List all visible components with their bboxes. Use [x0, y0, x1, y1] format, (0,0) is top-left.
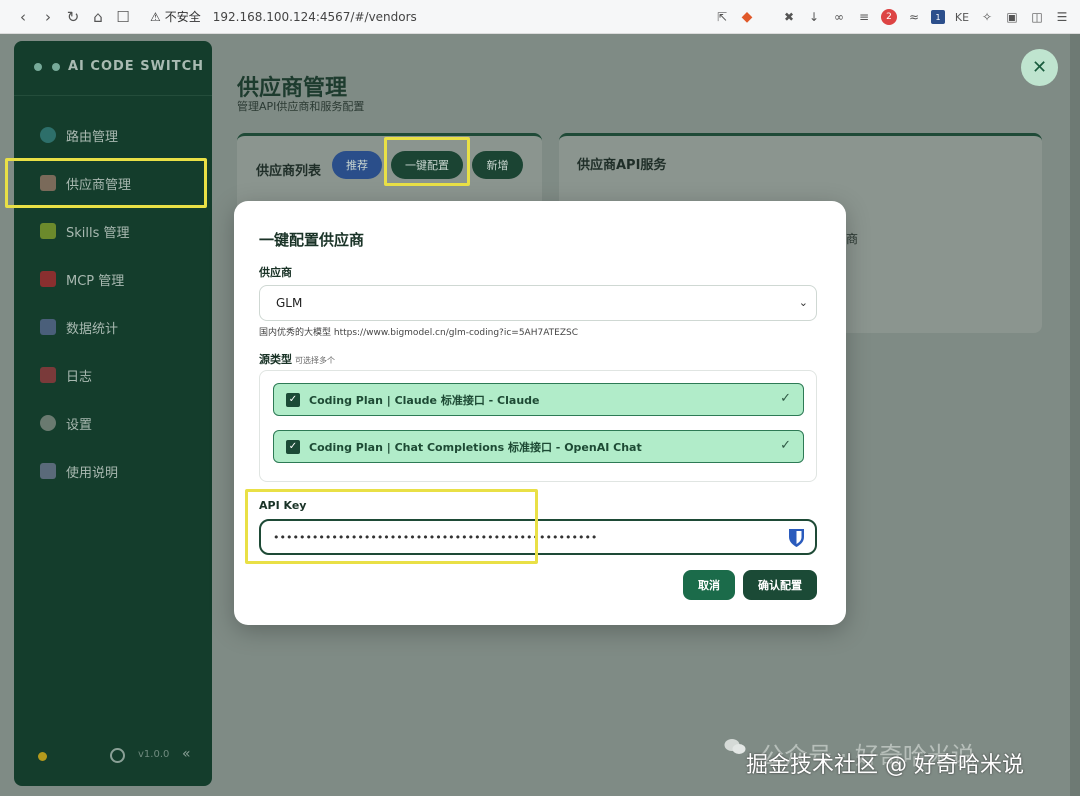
close-button[interactable]: ✕: [1021, 49, 1058, 86]
brand-name: AI CODE SWITCH: [68, 59, 205, 74]
puzzle-icon[interactable]: ✧: [979, 9, 995, 25]
extension-ke[interactable]: KE: [954, 9, 970, 25]
cancel-button[interactable]: 取消: [683, 570, 735, 600]
vendor-field-label: 供应商: [259, 266, 292, 279]
wechat-icon: [724, 739, 746, 754]
annotation-highlight: [5, 158, 207, 208]
sidebar-item-label: 使用说明: [66, 465, 119, 481]
warning-icon: ⚠: [150, 9, 161, 24]
gear-icon: [40, 415, 56, 431]
sidebar-item-routing[interactable]: 路由管理: [40, 123, 118, 147]
partial-text: 商: [846, 232, 859, 246]
reload-icon[interactable]: ↻: [62, 6, 84, 28]
sidebar-item-logs[interactable]: 日志: [40, 363, 92, 387]
add-vendor-button[interactable]: 新增: [472, 151, 523, 179]
extension-icon[interactable]: 2: [881, 9, 897, 25]
forward-icon[interactable]: ›: [37, 6, 59, 28]
sidebar: AI CODE SWITCH 路由管理 供应商管理 Skills 管理 MCP …: [14, 41, 212, 786]
annotation-highlight: [245, 489, 538, 564]
sidebar-item-help[interactable]: 使用说明: [40, 459, 118, 483]
modal-title: 一键配置供应商: [259, 231, 365, 249]
url-text[interactable]: 192.168.100.124:4567/#/vendors: [213, 10, 417, 24]
vendor-list-title: 供应商列表: [256, 164, 322, 179]
sidebar-item-settings[interactable]: 设置: [40, 411, 92, 435]
security-indicator[interactable]: ⚠ 不安全: [150, 8, 201, 25]
collapse-sidebar-button[interactable]: «: [182, 746, 191, 762]
one-click-config-modal: 一键配置供应商 供应商 GLM ⌄ 国内优秀的大模型 https://www.b…: [234, 201, 846, 625]
sidebar-item-skills[interactable]: Skills 管理: [40, 219, 130, 243]
back-icon[interactable]: ‹: [12, 6, 34, 28]
divider: [14, 95, 212, 96]
share-icon[interactable]: ⇱: [714, 9, 730, 25]
version-label: v1.0.0: [138, 749, 170, 760]
extension-icon[interactable]: ≈: [906, 9, 922, 25]
sidebar-item-mcp[interactable]: MCP 管理: [40, 267, 124, 291]
window-edge: [1070, 34, 1080, 796]
source-type-list: ✓ Coding Plan | Claude 标准接口 - Claude ✓ ✓…: [259, 370, 817, 482]
divider: [764, 9, 772, 25]
download-icon[interactable]: ↓: [806, 9, 822, 25]
chevron-down-icon: ⌄: [798, 296, 808, 309]
logo-icon: [34, 61, 60, 73]
source-type-label: 源类型 可选择多个: [259, 351, 335, 367]
home-icon[interactable]: ⌂: [87, 6, 109, 28]
sidebar-footer: v1.0.0 «: [14, 744, 212, 768]
status-dot: [38, 752, 47, 761]
log-icon: [40, 367, 56, 383]
check-icon: ✓: [780, 438, 791, 453]
vendor-hint: 国内优秀的大模型 https://www.bigmodel.cn/glm-cod…: [259, 328, 578, 338]
bookmark-icon[interactable]: ☐: [112, 6, 134, 28]
address-bar[interactable]: ⚠ 不安全 192.168.100.124:4567/#/vendors: [150, 5, 417, 29]
brave-shield-icon[interactable]: ◆: [739, 9, 755, 25]
vendor-select[interactable]: GLM ⌄: [259, 285, 817, 321]
github-icon[interactable]: [110, 748, 125, 763]
brand: AI CODE SWITCH: [34, 59, 204, 74]
browser-toolbar: ‹ › ↻ ⌂ ☐ ⚠ 不安全 192.168.100.124:4567/#/v…: [0, 0, 1080, 34]
confirm-config-button[interactable]: 确认配置: [743, 570, 817, 600]
checkbox-checked[interactable]: ✓: [286, 439, 300, 454]
page-subtitle: 管理API供应商和服务配置: [237, 100, 365, 113]
globe-icon: [40, 127, 56, 143]
sidebar-item-label: 数据统计: [66, 321, 119, 337]
password-manager-icon[interactable]: [788, 528, 805, 548]
puzzle-icon: [40, 223, 56, 239]
sidebar-item-stats[interactable]: 数据统计: [40, 315, 118, 339]
source-option-label: Coding Plan | Chat Completions 标准接口 - Op…: [309, 440, 642, 454]
insecure-label: 不安全: [164, 10, 201, 24]
check-icon: ✓: [780, 391, 791, 406]
source-type-label-text: 源类型: [259, 353, 292, 366]
menu-icon[interactable]: ☰: [1054, 9, 1070, 25]
annotation-highlight: [384, 137, 470, 186]
watermark-text: 掘金技术社区 @ 好奇哈米说: [746, 753, 1024, 778]
source-option-openai-chat[interactable]: ✓ Coding Plan | Chat Completions 标准接口 - …: [273, 430, 804, 463]
sidebar-item-label: 日志: [66, 369, 93, 385]
source-option-label: Coding Plan | Claude 标准接口 - Claude: [309, 393, 540, 407]
sidebar-item-label: 设置: [66, 417, 93, 433]
book-icon: [40, 463, 56, 479]
link-icon[interactable]: ∞: [831, 9, 847, 25]
recommend-button[interactable]: 推荐: [332, 151, 382, 179]
chart-icon: [40, 319, 56, 335]
list-icon[interactable]: ≡: [856, 9, 872, 25]
sidebar-item-label: 路由管理: [66, 129, 119, 145]
sidebar-item-label: MCP 管理: [66, 273, 125, 289]
source-option-claude[interactable]: ✓ Coding Plan | Claude 标准接口 - Claude ✓: [273, 383, 804, 416]
source-type-hint: 可选择多个: [295, 356, 335, 365]
plug-icon: [40, 271, 56, 287]
checkbox-checked[interactable]: ✓: [286, 392, 300, 407]
screenshot-icon[interactable]: ▣: [1004, 9, 1020, 25]
close-icon: ✕: [1031, 57, 1048, 78]
tools-icon[interactable]: ✖: [781, 9, 797, 25]
sidebar-toggle-icon[interactable]: ◫: [1029, 9, 1045, 25]
vendor-select-value: GLM: [276, 296, 303, 310]
sidebar-item-label: Skills 管理: [66, 225, 130, 241]
extension-icon[interactable]: 1: [931, 10, 945, 24]
vendor-api-title: 供应商API服务: [577, 158, 667, 173]
